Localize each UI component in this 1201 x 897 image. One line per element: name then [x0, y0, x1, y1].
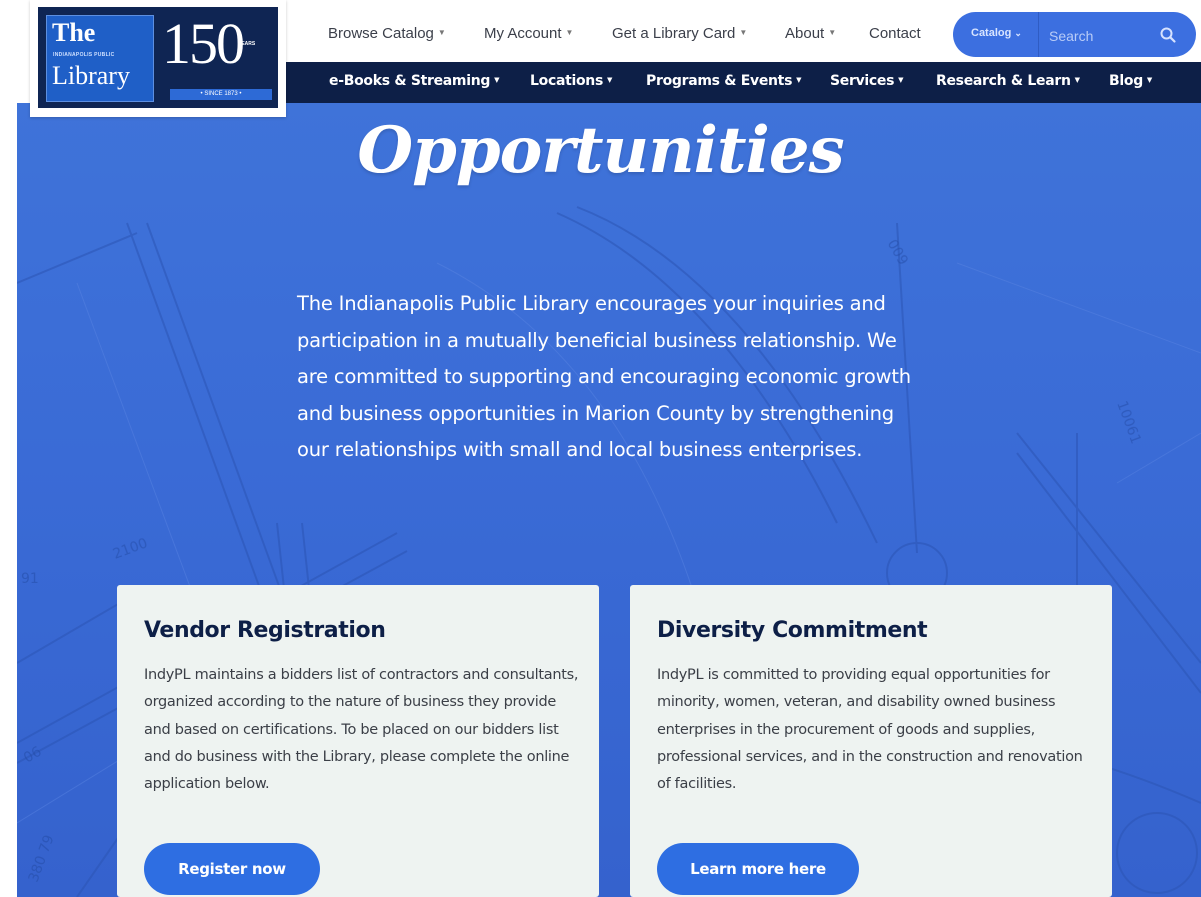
caret-down-icon: ▼: [898, 76, 904, 84]
util-link-label: My Account: [484, 25, 562, 42]
search-scope-select[interactable]: Catalog ⌄: [971, 27, 1022, 39]
caret-down-icon: ▼: [437, 28, 446, 37]
card-body: IndyPL maintains a bidders list of contr…: [144, 667, 579, 793]
logo-panel: The INDIANAPOLIS PUBLIC Library 150 YEAR…: [38, 7, 278, 108]
blueprint-label: 2100: [111, 536, 150, 563]
page-title: Opportunities: [357, 113, 844, 188]
hero-intro-text: The Indianapolis Public Library encourag…: [297, 292, 911, 461]
nav-item-label: Programs & Events: [646, 73, 793, 89]
nav-item-label: Locations: [530, 73, 603, 89]
blueprint-label: 380 79: [26, 833, 58, 885]
search-scope-label: Catalog: [971, 27, 1012, 39]
nav-item-ebooks-streaming[interactable]: e-Books & Streaming ▼: [329, 73, 500, 89]
logo-the: The: [52, 18, 96, 47]
logo-subtitle: INDIANAPOLIS PUBLIC: [53, 52, 115, 58]
blueprint-label: 009: [884, 237, 911, 268]
util-link-label: Contact: [869, 25, 921, 42]
util-link-library-card[interactable]: Get a Library Card ▼: [612, 25, 747, 42]
card-body: IndyPL is committed to providing equal o…: [657, 667, 1083, 793]
nav-item-programs-events[interactable]: Programs & Events ▼: [646, 73, 802, 89]
vendor-registration-card: Vendor Registration IndyPL maintains a b…: [117, 585, 599, 897]
caret-down-icon: ▼: [1074, 76, 1080, 84]
nav-item-blog[interactable]: Blog ▼: [1109, 73, 1152, 89]
nav-item-label: e-Books & Streaming: [329, 73, 491, 89]
chevron-down-icon: ⌄: [1014, 28, 1022, 38]
util-link-my-account[interactable]: My Account ▼: [484, 25, 573, 42]
util-link-browse-catalog[interactable]: Browse Catalog ▼: [328, 25, 446, 42]
util-link-label: Get a Library Card: [612, 25, 736, 42]
logo-library: Library: [52, 61, 130, 90]
logo-anniversary: 150: [162, 11, 245, 76]
util-link-label: Browse Catalog: [328, 25, 434, 42]
caret-down-icon: ▼: [796, 76, 802, 84]
nav-item-research-learn[interactable]: Research & Learn ▼: [936, 73, 1080, 89]
search-input[interactable]: [1039, 12, 1161, 59]
card-title: Diversity Commitment: [657, 618, 928, 643]
card-title: Vendor Registration: [144, 618, 386, 643]
library-logo[interactable]: The INDIANAPOLIS PUBLIC Library 150 YEAR…: [30, 0, 286, 117]
nav-item-label: Research & Learn: [936, 73, 1071, 89]
main-nav: e-Books & Streaming ▼ Locations ▼ Programs…: [270, 62, 1201, 103]
search-bar: Catalog ⌄: [953, 12, 1196, 59]
caret-down-icon: ▼: [1146, 76, 1153, 84]
util-link-about[interactable]: About ▼: [785, 25, 836, 42]
logo-tile: The INDIANAPOLIS PUBLIC Library: [46, 15, 154, 102]
blueprint-label: 91: [21, 571, 39, 587]
learn-more-button[interactable]: Learn more here: [657, 843, 859, 895]
logo-years: YEARS: [238, 41, 256, 47]
caret-down-icon: ▼: [828, 28, 837, 37]
register-now-button[interactable]: Register now: [144, 843, 320, 895]
caret-down-icon: ▼: [494, 76, 500, 84]
caret-down-icon: ▼: [607, 76, 613, 84]
nav-item-services[interactable]: Services ▼: [830, 73, 904, 89]
nav-item-label: Services: [830, 73, 895, 89]
search-icon[interactable]: [1158, 25, 1178, 45]
page: 2100 009 10061 380 79 91 06 Browse Catal…: [0, 0, 1201, 897]
logo-since: • SINCE 1873 •: [170, 89, 272, 100]
caret-down-icon: ▼: [739, 28, 748, 37]
blueprint-label: 06: [21, 744, 45, 767]
diversity-commitment-card: Diversity Commitment IndyPL is committed…: [630, 585, 1112, 897]
util-link-contact[interactable]: Contact: [869, 25, 921, 42]
blueprint-label: 10061: [1113, 399, 1143, 446]
nav-item-label: Blog: [1109, 73, 1143, 89]
caret-down-icon: ▼: [565, 28, 574, 37]
nav-item-locations[interactable]: Locations ▼: [530, 73, 612, 89]
util-link-label: About: [785, 25, 825, 42]
